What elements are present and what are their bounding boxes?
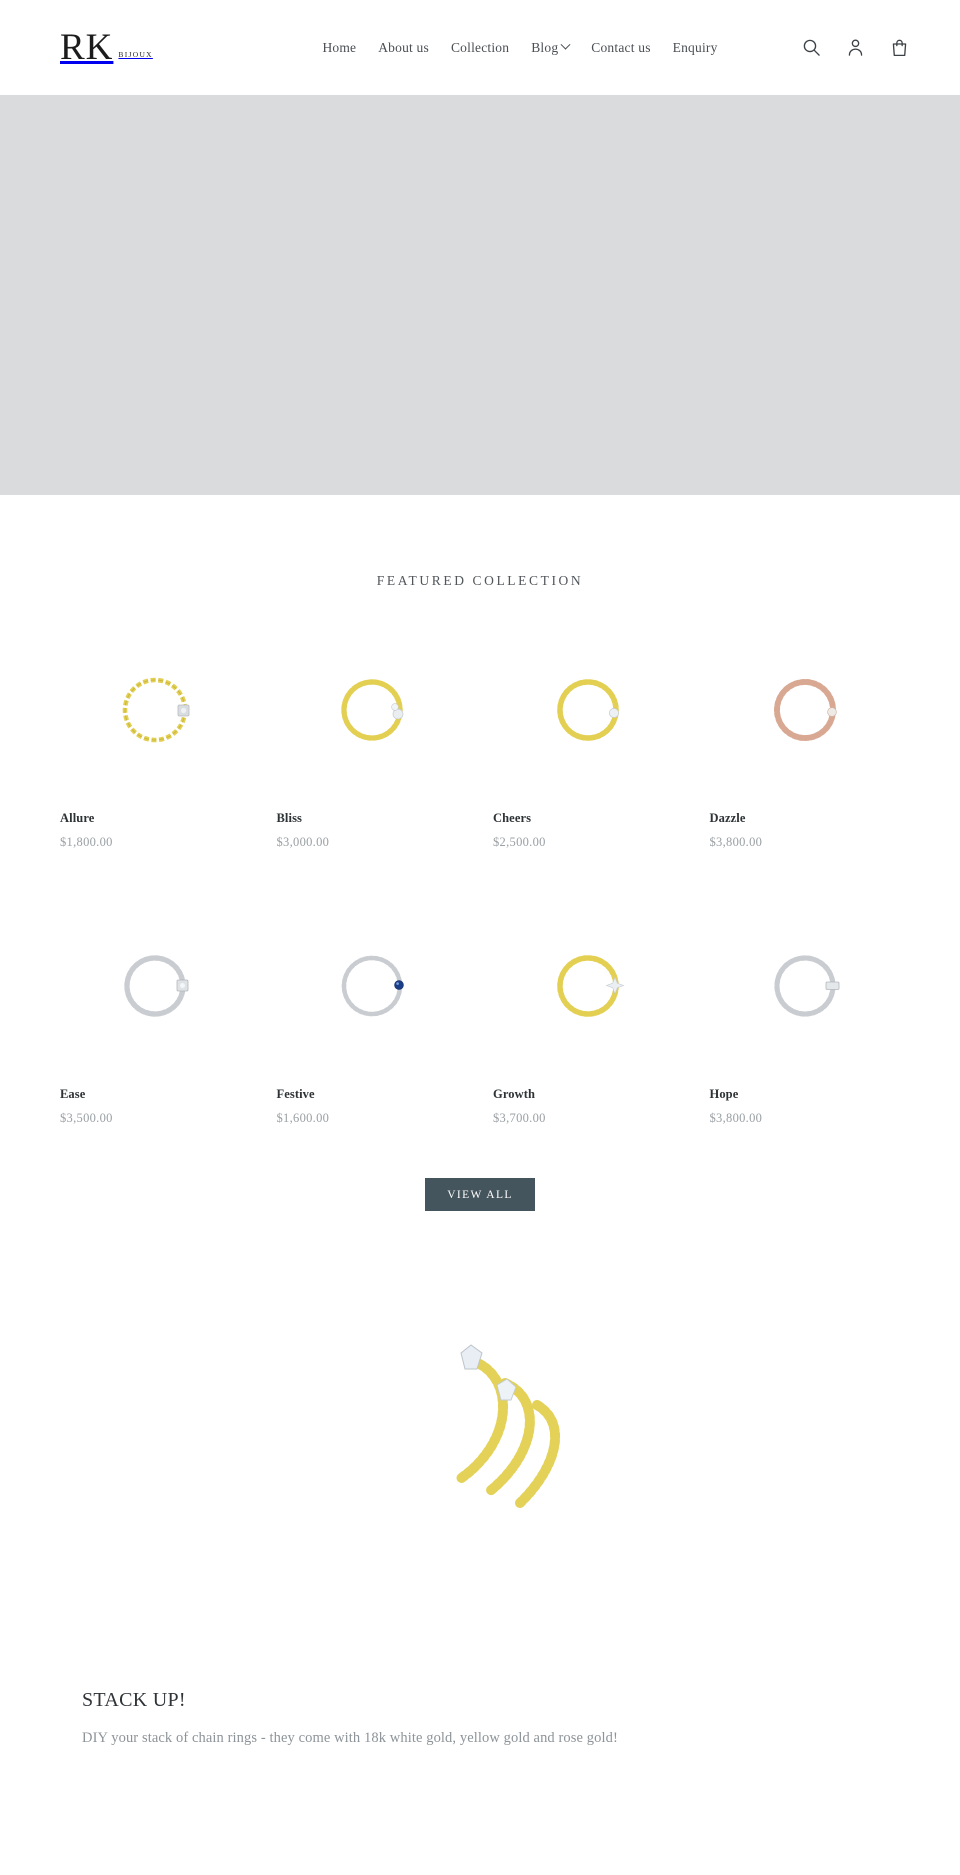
product-grid-row-1: Allure $1,800.00 Bliss $3,000.00 Cheers …: [0, 631, 960, 850]
cart-icon[interactable]: [888, 37, 910, 59]
product-name: Bliss: [276, 811, 303, 825]
site-header: RK BIJOUX Home About us Collection Blog …: [0, 0, 960, 95]
nav-item-contact-us[interactable]: Contact us: [591, 40, 650, 56]
product-price: $3,500.00: [60, 1111, 113, 1125]
product-name: Ease: [60, 1087, 86, 1101]
product-image-growth: [493, 907, 684, 1065]
product-image-festive: [276, 907, 467, 1065]
header-actions: [800, 37, 910, 59]
product-image-cheers: [493, 631, 684, 789]
logo-text-sub: BIJOUX: [118, 50, 153, 59]
product-price: $3,800.00: [709, 1111, 763, 1125]
product-card-cheers[interactable]: Cheers $2,500.00: [493, 631, 684, 850]
product-price: $1,600.00: [276, 1111, 330, 1125]
product-card-growth[interactable]: Growth $3,700.00: [493, 907, 684, 1126]
product-card-ease[interactable]: Ease $3,500.00: [60, 907, 251, 1126]
featured-collection-title: FEATURED COLLECTION: [376, 573, 584, 588]
product-name: Cheers: [493, 811, 532, 825]
nav-label: About us: [378, 39, 429, 55]
product-card-bliss[interactable]: Bliss $3,000.00: [276, 631, 467, 850]
product-price: $3,000.00: [276, 835, 330, 849]
stacked-rings-image: [0, 1271, 960, 1561]
product-image-allure: [60, 631, 251, 789]
product-name: Festive: [276, 1087, 315, 1101]
product-name: Dazzle: [709, 811, 746, 825]
logo-text-main: RK: [60, 27, 114, 68]
stack-up-text-block: STACK UP! DIY your stack of chain rings …: [0, 1689, 960, 1747]
nav-item-collection[interactable]: Collection: [451, 40, 509, 56]
account-icon[interactable]: [844, 37, 866, 59]
product-price: $3,700.00: [493, 1111, 546, 1125]
product-card-allure[interactable]: Allure $1,800.00: [60, 631, 251, 850]
product-image-hope: [709, 907, 900, 1065]
hero-banner[interactable]: [0, 95, 960, 495]
nav-item-about-us[interactable]: About us: [378, 40, 429, 56]
nav-label: Enquiry: [672, 39, 718, 55]
featured-collection-section: FEATURED COLLECTION Allure $1,800.00 Bli…: [0, 495, 960, 1211]
product-price: $2,500.00: [493, 835, 546, 849]
nav-item-home[interactable]: Home: [322, 40, 356, 56]
stack-up-section: STACK UP! DIY your stack of chain rings …: [0, 1271, 960, 1747]
site-logo[interactable]: RK BIJOUX: [60, 29, 260, 66]
product-price: $1,800.00: [60, 835, 113, 849]
product-name: Hope: [709, 1087, 739, 1101]
nav-label: Contact us: [591, 39, 651, 55]
product-grid-row-2: Ease $3,500.00 Festive $1,600.00 Growth …: [0, 907, 960, 1126]
product-name: Allure: [60, 811, 95, 825]
search-icon[interactable]: [800, 37, 822, 59]
main-navigation: Home About us Collection Blog Contact us…: [240, 40, 800, 56]
stack-up-heading: STACK UP!: [82, 1689, 186, 1711]
nav-item-enquiry[interactable]: Enquiry: [673, 40, 718, 56]
view-all-container: VIEW ALL: [0, 1178, 960, 1211]
product-image-bliss: [276, 631, 467, 789]
nav-label: Collection: [450, 39, 510, 55]
stack-up-description: DIY your stack of chain rings - they com…: [82, 1730, 618, 1746]
chevron-down-icon: [560, 39, 571, 50]
nav-item-blog[interactable]: Blog: [531, 39, 571, 56]
view-all-button[interactable]: VIEW ALL: [425, 1178, 535, 1211]
product-card-festive[interactable]: Festive $1,600.00: [276, 907, 467, 1126]
product-image-dazzle: [709, 631, 900, 789]
product-card-dazzle[interactable]: Dazzle $3,800.00: [709, 631, 900, 850]
product-price: $3,800.00: [709, 835, 763, 849]
product-card-hope[interactable]: Hope $3,800.00: [709, 907, 900, 1126]
nav-label: Home: [322, 39, 357, 55]
product-image-ease: [60, 907, 251, 1065]
nav-label: Blog: [531, 39, 559, 55]
product-name: Growth: [493, 1087, 536, 1101]
